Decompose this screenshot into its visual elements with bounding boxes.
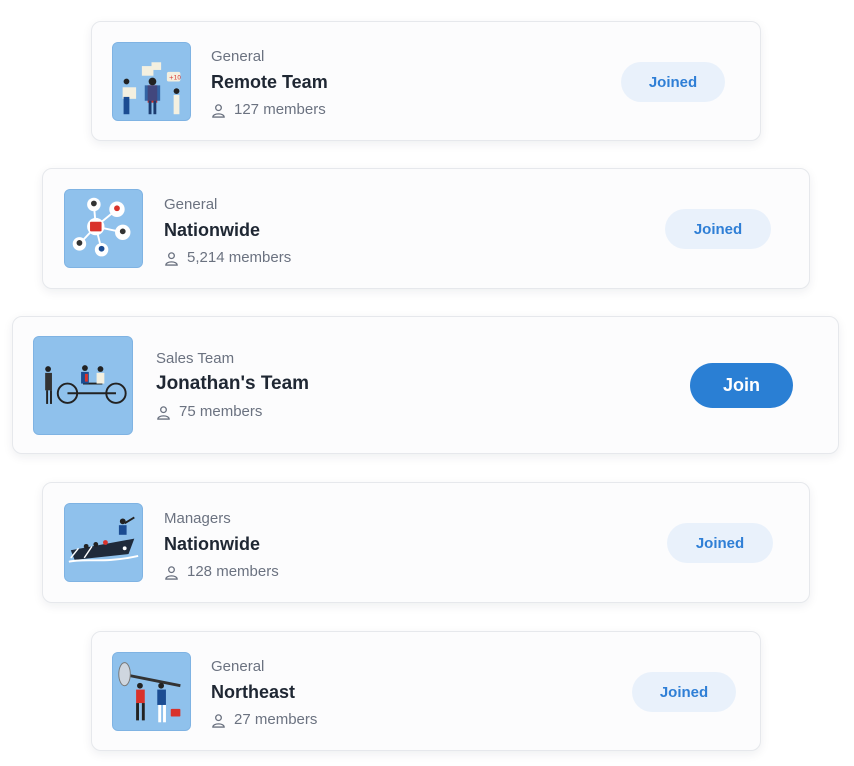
group-card-remote-team[interactable]: +10 General Remote Team 127 members Join… — [91, 21, 761, 141]
group-members: 127 members — [211, 101, 328, 119]
members-suffix: members — [199, 403, 263, 420]
group-members: 75 members — [156, 403, 309, 421]
members-count: 27 — [234, 711, 251, 728]
members-count: 5,214 — [187, 249, 225, 266]
group-thumbnail: +10 — [112, 42, 191, 121]
group-members: 128 members — [164, 563, 279, 581]
group-name: Nationwide — [164, 534, 261, 554]
members-count: 128 — [187, 563, 213, 580]
group-thumbnail — [64, 189, 143, 268]
joined-button[interactable]: Joined — [632, 672, 736, 712]
tandem-bicycle-illustration-icon — [34, 337, 132, 434]
group-category: General — [211, 658, 265, 675]
group-card-northeast[interactable]: General Northeast 27 members Joined — [91, 631, 761, 751]
join-button[interactable]: Join — [690, 363, 793, 408]
person-icon — [165, 251, 178, 266]
group-name: Remote Team — [211, 72, 328, 92]
boat-rowing-illustration-icon — [65, 504, 142, 581]
group-name: Nationwide — [164, 220, 261, 240]
person-icon — [165, 565, 178, 580]
group-card-jonathans-team[interactable]: Sales Team Jonathan's Team 75 members Jo… — [12, 316, 839, 454]
network-people-illustration-icon — [65, 190, 142, 267]
group-card-managers-nationwide[interactable]: Managers Nationwide 128 members Joined — [42, 482, 810, 603]
group-category: Managers — [164, 510, 231, 527]
joined-button[interactable]: Joined — [665, 209, 771, 249]
group-members: 27 members — [211, 711, 317, 729]
members-count: 75 — [179, 403, 196, 420]
group-card-nationwide[interactable]: General Nationwide 5,214 members Joined — [42, 168, 810, 289]
person-icon — [212, 713, 225, 728]
group-thumbnail — [112, 652, 191, 731]
joined-button[interactable]: Joined — [667, 523, 773, 563]
group-name: Northeast — [211, 682, 296, 702]
members-suffix: members — [254, 711, 318, 728]
group-name: Jonathan's Team — [156, 373, 310, 394]
members-suffix: members — [216, 563, 279, 580]
remote-team-illustration-icon: +10 — [113, 43, 190, 120]
joined-button[interactable]: Joined — [621, 62, 725, 102]
members-suffix: members — [228, 249, 292, 266]
group-category: General — [211, 48, 265, 65]
svg-text:+10: +10 — [169, 76, 181, 82]
members-count: 127 — [234, 101, 260, 118]
group-category: General — [164, 196, 218, 213]
person-icon — [157, 405, 170, 420]
group-category: Sales Team — [156, 350, 235, 367]
weightlifting-illustration-icon — [113, 653, 190, 730]
group-thumbnail — [33, 336, 133, 435]
members-suffix: members — [263, 101, 326, 118]
group-thumbnail — [64, 503, 143, 582]
group-members: 5,214 members — [164, 249, 291, 267]
person-icon — [212, 103, 225, 118]
